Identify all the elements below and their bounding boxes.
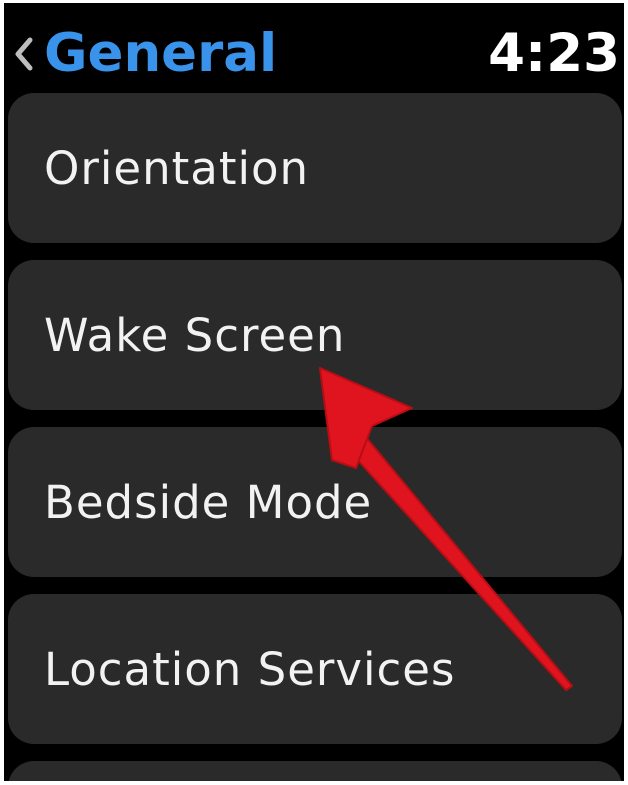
back-button-label: General [44, 23, 278, 84]
back-button[interactable]: General [10, 21, 277, 87]
menu-item-next-partial[interactable] [8, 761, 622, 781]
menu-item-location-services[interactable]: Location Services [8, 594, 622, 744]
settings-list: Orientation Wake Screen Bedside Mode Loc… [8, 93, 622, 781]
navigation-header: General 4:23 [4, 3, 624, 93]
menu-item-orientation[interactable]: Orientation [8, 93, 622, 243]
menu-item-label: Bedside Mode [44, 475, 373, 529]
menu-item-wake-screen[interactable]: Wake Screen [8, 260, 622, 410]
chevron-left-icon [10, 32, 38, 76]
menu-item-label: Location Services [44, 642, 456, 696]
clock-time: 4:23 [488, 23, 620, 84]
menu-item-bedside-mode[interactable]: Bedside Mode [8, 427, 622, 577]
menu-item-label: Wake Screen [44, 308, 346, 362]
watch-screen: General 4:23 Orientation Wake Screen Bed… [4, 3, 624, 781]
menu-item-label: Orientation [44, 141, 310, 195]
